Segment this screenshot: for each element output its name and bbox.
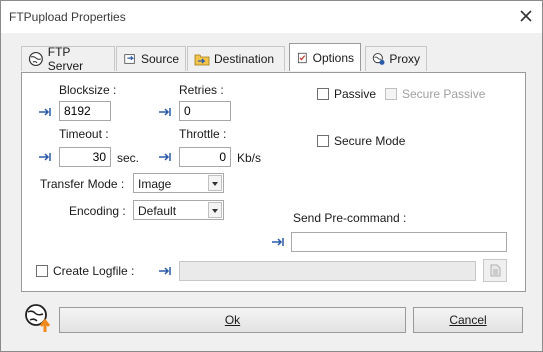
create-logfile-label: Create Logfile : — [53, 264, 135, 278]
transfer-mode-select[interactable]: Image — [133, 173, 224, 193]
tab-ftp-server[interactable]: FTP Server — [21, 45, 115, 73]
blocksize-label: Blocksize : — [59, 83, 117, 97]
browse-logfile-button[interactable] — [483, 259, 507, 282]
chevron-down-icon[interactable] — [208, 175, 222, 191]
tab-label: Source — [140, 52, 179, 66]
tab-destination[interactable]: Destination — [187, 46, 285, 71]
secure-mode-checkbox[interactable] — [317, 135, 329, 147]
encoding-value: Default — [138, 204, 177, 218]
secure-passive-label: Secure Passive — [402, 87, 486, 101]
create-logfile-checkbox[interactable] — [36, 265, 48, 277]
arrow-icon — [272, 238, 284, 246]
properties-dialog: FTPupload Properties FTP Server Source D… — [0, 0, 543, 352]
tab-label: FTP Server — [47, 45, 84, 73]
arrow-icon — [39, 153, 51, 161]
source-icon — [124, 54, 135, 64]
logfile-path-input[interactable] — [179, 261, 476, 281]
tab-label: Options — [312, 50, 354, 65]
proxy-icon — [372, 53, 385, 65]
passive-checkbox[interactable] — [317, 88, 329, 100]
send-precommand-input[interactable] — [291, 232, 507, 252]
title-bar: FTPupload Properties — [1, 1, 542, 33]
throttle-label: Throttle : — [179, 127, 227, 141]
blocksize-input[interactable] — [59, 101, 111, 121]
timeout-unit: sec. — [117, 151, 140, 165]
arrow-icon — [159, 108, 171, 116]
tab-options[interactable]: Options — [289, 43, 361, 71]
secure-passive-checkbox[interactable] — [385, 88, 397, 100]
arrow-icon — [159, 153, 171, 161]
options-panel: Blocksize : Retries : Timeout : sec. Thr… — [21, 72, 526, 292]
encoding-label: Encoding : — [69, 204, 126, 218]
folder-icon — [194, 54, 210, 66]
retries-input[interactable] — [179, 101, 231, 121]
cancel-button[interactable]: Cancel — [413, 307, 523, 333]
document-icon — [490, 264, 501, 277]
ok-label: Ok — [224, 313, 241, 327]
tab-source[interactable]: Source — [116, 46, 186, 71]
cancel-label: Cancel — [449, 313, 487, 327]
passive-label: Passive — [334, 87, 377, 101]
arrow-icon — [159, 267, 171, 275]
encoding-select[interactable]: Default — [133, 200, 224, 220]
chevron-down-icon[interactable] — [208, 202, 222, 218]
throttle-unit: Kb/s — [237, 151, 262, 165]
ok-button[interactable]: Ok — [59, 307, 406, 333]
globe-icon — [28, 52, 43, 66]
tab-label: Proxy — [389, 52, 420, 66]
timeout-input[interactable] — [59, 147, 111, 167]
arrow-icon — [39, 108, 51, 116]
send-precommand-label: Send Pre-command : — [293, 211, 407, 225]
throttle-input[interactable] — [179, 147, 231, 167]
transfer-mode-value: Image — [138, 177, 172, 191]
tab-label: Destination — [214, 52, 275, 66]
close-icon[interactable] — [518, 8, 534, 24]
window-title: FTPupload Properties — [9, 10, 126, 24]
options-icon — [297, 52, 307, 63]
transfer-mode-label: Transfer Mode : — [40, 177, 125, 191]
secure-mode-label: Secure Mode — [334, 134, 406, 148]
timeout-label: Timeout : — [59, 127, 109, 141]
retries-label: Retries : — [179, 83, 224, 97]
upload-globe-icon — [25, 304, 51, 332]
tab-proxy[interactable]: Proxy — [365, 46, 427, 71]
